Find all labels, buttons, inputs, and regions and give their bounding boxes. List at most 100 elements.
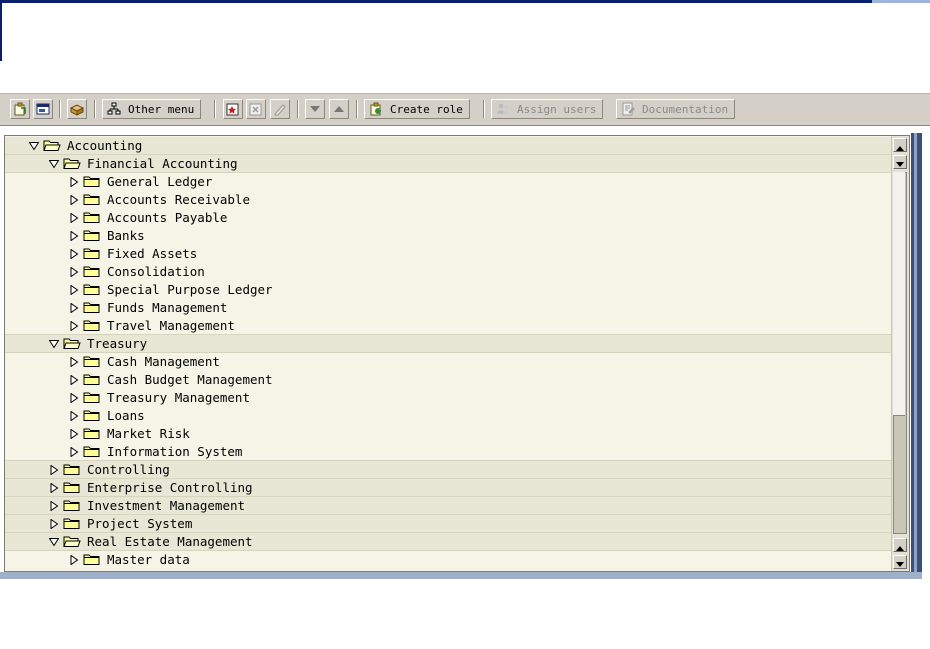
- tree-node[interactable]: Accounting: [5, 137, 891, 155]
- tree-node-label[interactable]: Treasury Management: [107, 389, 250, 407]
- tree-node[interactable]: Special Purpose Ledger: [5, 281, 891, 299]
- triangle-up-icon: [333, 103, 345, 115]
- tree-node[interactable]: Information System: [5, 443, 891, 461]
- tree-node-label[interactable]: Accounts Receivable: [107, 191, 250, 209]
- triangle-down-icon[interactable]: [49, 159, 59, 169]
- triangle-right-icon[interactable]: [69, 411, 79, 421]
- triangle-right-icon[interactable]: [49, 519, 59, 529]
- documentation-button[interactable]: Documentation: [616, 99, 736, 119]
- triangle-right-icon[interactable]: [69, 555, 79, 565]
- scroll-top-button[interactable]: [893, 138, 907, 152]
- triangle-right-icon[interactable]: [69, 303, 79, 313]
- tree-node-label[interactable]: Enterprise Controlling: [87, 479, 253, 497]
- tree-node[interactable]: Banks: [5, 227, 891, 245]
- tree-node-label[interactable]: Market Risk: [107, 425, 190, 443]
- triangle-right-icon[interactable]: [69, 213, 79, 223]
- tree-node-label[interactable]: General Ledger: [107, 173, 212, 191]
- delete-favorite-button[interactable]: [246, 99, 266, 119]
- triangle-right-icon[interactable]: [49, 465, 59, 475]
- tree-node-label[interactable]: Treasury: [87, 335, 147, 353]
- tree-node-label[interactable]: Cash Budget Management: [107, 371, 273, 389]
- users-icon: [495, 101, 511, 117]
- tree-node[interactable]: Accounts Payable: [5, 209, 891, 227]
- triangle-right-icon[interactable]: [69, 267, 79, 277]
- sap-menu-button[interactable]: [67, 99, 87, 119]
- triangle-right-icon[interactable]: [69, 393, 79, 403]
- tree-node-label[interactable]: Fixed Assets: [107, 245, 197, 263]
- tree-node[interactable]: Travel Management: [5, 317, 891, 335]
- triangle-right-icon[interactable]: [69, 195, 79, 205]
- tree-node[interactable]: Project System: [5, 515, 891, 533]
- tree-node[interactable]: Funds Management: [5, 299, 891, 317]
- tree-node-label[interactable]: Travel Management: [107, 317, 235, 335]
- tree-node-label[interactable]: Funds Management: [107, 299, 227, 317]
- triangle-down-icon[interactable]: [49, 537, 59, 547]
- tree-node[interactable]: Loans: [5, 407, 891, 425]
- triangle-right-icon[interactable]: [69, 177, 79, 187]
- role-menu-tree[interactable]: Accounting Financial Accounting General Le…: [4, 135, 910, 572]
- triangle-down-icon[interactable]: [29, 141, 39, 151]
- tree-node-label[interactable]: Investment Management: [87, 497, 245, 515]
- triangle-right-icon[interactable]: [69, 357, 79, 367]
- tree-node[interactable]: Cash Budget Management: [5, 371, 891, 389]
- tree-node[interactable]: Controlling: [5, 461, 891, 479]
- tree-node[interactable]: Treasury Management: [5, 389, 891, 407]
- tree-node-label[interactable]: Accounting: [67, 137, 142, 155]
- scroll-bottom-button[interactable]: [893, 555, 907, 569]
- folder-icon: [83, 320, 100, 331]
- triangle-right-icon[interactable]: [69, 429, 79, 439]
- tree-node-label[interactable]: Controlling: [87, 461, 170, 479]
- tree-node[interactable]: Treasury: [5, 335, 891, 353]
- tree-node[interactable]: Real Estate Management: [5, 533, 891, 551]
- tree-node[interactable]: Fixed Assets: [5, 245, 891, 263]
- tree-node-label[interactable]: Special Purpose Ledger: [107, 281, 273, 299]
- triangle-right-icon[interactable]: [69, 249, 79, 259]
- tree-node-label[interactable]: Loans: [107, 407, 145, 425]
- tree-node-label[interactable]: Master data: [107, 551, 190, 569]
- tree-node-label[interactable]: Information System: [107, 443, 242, 461]
- tree-node-label[interactable]: Project System: [87, 515, 192, 533]
- tree-node[interactable]: Master data: [5, 551, 891, 569]
- tree-node-label[interactable]: Banks: [107, 227, 145, 245]
- tree-node-label[interactable]: Financial Accounting: [87, 155, 238, 173]
- triangle-right-icon[interactable]: [69, 447, 79, 457]
- window-left-accent: [0, 3, 2, 61]
- assign-users-button[interactable]: Assign users: [491, 99, 604, 119]
- change-role-button[interactable]: [10, 99, 30, 119]
- folder-icon: [83, 446, 100, 457]
- triangle-right-icon[interactable]: [69, 285, 79, 295]
- tree-node-label[interactable]: Cash Management: [107, 353, 220, 371]
- triangle-right-icon[interactable]: [69, 375, 79, 385]
- tree-node[interactable]: Investment Management: [5, 497, 891, 515]
- triangle-right-icon[interactable]: [49, 501, 59, 511]
- move-up-button[interactable]: [329, 99, 349, 119]
- tree-node[interactable]: Financial Accounting: [5, 155, 891, 173]
- folder-icon: [83, 392, 100, 403]
- triangle-down-icon[interactable]: [49, 339, 59, 349]
- tree-node[interactable]: Enterprise Controlling: [5, 479, 891, 497]
- triangle-right-icon[interactable]: [49, 483, 59, 493]
- tree-node[interactable]: Accounts Receivable: [5, 191, 891, 209]
- tree-node[interactable]: Market Risk: [5, 425, 891, 443]
- tree-vertical-scrollbar[interactable]: [891, 136, 909, 571]
- other-menu-button[interactable]: Other menu: [102, 99, 202, 119]
- folder-icon: [83, 554, 100, 565]
- menu-box-icon: [70, 102, 84, 116]
- add-favorite-button[interactable]: [223, 99, 243, 119]
- triangle-right-icon[interactable]: [69, 231, 79, 241]
- tree-node[interactable]: Consolidation: [5, 263, 891, 281]
- scroll-page-up-button[interactable]: [893, 538, 907, 552]
- create-role-button[interactable]: Create role: [364, 99, 470, 119]
- scroll-thumb[interactable]: [893, 172, 905, 416]
- tree-node[interactable]: General Ledger: [5, 173, 891, 191]
- folder-icon: [83, 212, 100, 223]
- change-favorite-button[interactable]: [270, 99, 290, 119]
- display-role-button[interactable]: [33, 99, 53, 119]
- scroll-page-down-button[interactable]: [893, 155, 907, 169]
- tree-node-label[interactable]: Accounts Payable: [107, 209, 227, 227]
- move-down-button[interactable]: [305, 99, 325, 119]
- tree-node[interactable]: Cash Management: [5, 353, 891, 371]
- tree-node-label[interactable]: Real Estate Management: [87, 533, 253, 551]
- triangle-right-icon[interactable]: [69, 321, 79, 331]
- tree-node-label[interactable]: Consolidation: [107, 263, 205, 281]
